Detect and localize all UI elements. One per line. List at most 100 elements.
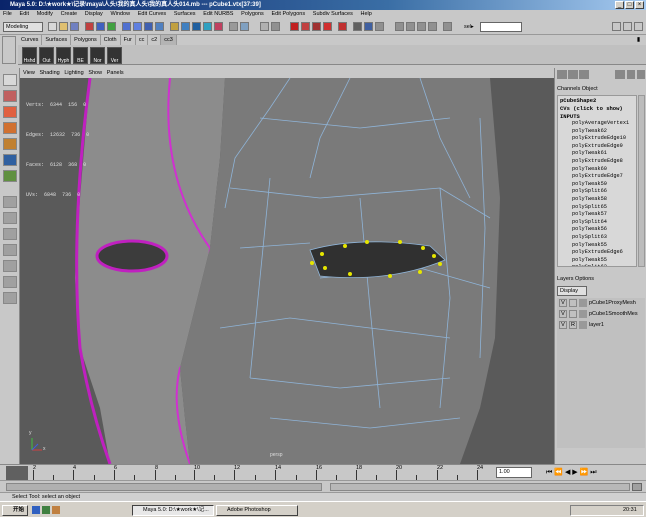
- quicklaunch-ie-icon[interactable]: [32, 506, 40, 514]
- toggle-tool-settings-icon[interactable]: [623, 22, 632, 31]
- shelf-button-be[interactable]: BE: [73, 47, 88, 64]
- cb-input-node[interactable]: polyTweak57: [572, 211, 607, 219]
- shelf-menu-icon[interactable]: [2, 36, 16, 64]
- shelf-button-hyph[interactable]: Hyph: [56, 47, 71, 64]
- layout-four-icon[interactable]: [3, 212, 17, 224]
- cb-mode-icon-4[interactable]: [615, 70, 625, 79]
- vertex-mask-icon[interactable]: [122, 22, 131, 31]
- menu-edit-nurbs[interactable]: Edit NURBS: [203, 11, 233, 17]
- channel-box-icon[interactable]: [338, 22, 347, 31]
- step-forward-icon[interactable]: ⏩: [580, 469, 589, 476]
- layer-visibility-toggle[interactable]: V: [559, 321, 567, 329]
- open-scene-icon[interactable]: [59, 22, 68, 31]
- cb-input-node[interactable]: polyTweak58: [572, 196, 607, 204]
- menu-create[interactable]: Create: [61, 11, 78, 17]
- ipr-icon[interactable]: [364, 22, 373, 31]
- scale-tool-icon[interactable]: [3, 138, 17, 150]
- shelf-button-ver[interactable]: Ver: [107, 47, 122, 64]
- cb-input-node[interactable]: polyExtrudeEdge6: [572, 249, 623, 257]
- layer-visibility-toggle[interactable]: V: [559, 299, 567, 307]
- current-frame-field[interactable]: 1.00: [496, 467, 532, 478]
- step-back-icon[interactable]: ◀: [565, 469, 570, 476]
- cb-input-node[interactable]: polySplit63: [572, 234, 607, 242]
- maximize-button[interactable]: □: [625, 1, 634, 9]
- layer-visibility-toggle[interactable]: V: [559, 310, 567, 318]
- layout-icon-1[interactable]: [395, 22, 404, 31]
- menu-edit-polygons[interactable]: Edit Polygons: [271, 11, 305, 17]
- cb-mode-icon-6[interactable]: [637, 70, 645, 79]
- cb-mode-icon-1[interactable]: [557, 70, 567, 79]
- layout-side-icon[interactable]: [3, 228, 17, 240]
- history-icon[interactable]: [229, 22, 238, 31]
- task-maya[interactable]: Maya 5.0: D:\★work★\记...: [132, 505, 214, 516]
- menu-edit[interactable]: Edit: [20, 11, 29, 17]
- current-frame-marker[interactable]: [6, 466, 28, 480]
- cb-input-node[interactable]: polyTweak60: [572, 166, 607, 174]
- shelf-tab-polygons[interactable]: Polygons: [71, 35, 101, 45]
- minimize-button[interactable]: _: [615, 1, 624, 9]
- layout-icon-5[interactable]: [443, 22, 452, 31]
- last-tool-icon[interactable]: [3, 170, 17, 182]
- shelf-tab-cc3[interactable]: cc3: [161, 35, 177, 45]
- snap-curve-icon[interactable]: [181, 22, 190, 31]
- cb-mode-icon-3[interactable]: [579, 70, 589, 79]
- select-hierarchy-icon[interactable]: [85, 22, 94, 31]
- layout-hypershade-icon[interactable]: [3, 292, 17, 304]
- rotate-tool-icon[interactable]: [3, 122, 17, 134]
- layout-outliner-icon[interactable]: [3, 260, 17, 272]
- ipr-render-icon[interactable]: [260, 22, 269, 31]
- layer-type-toggle[interactable]: R: [569, 321, 577, 329]
- shelf-tab-fur[interactable]: Fur: [121, 35, 136, 45]
- cb-menu-object[interactable]: Object: [582, 86, 598, 92]
- close-button[interactable]: ×: [635, 1, 644, 9]
- cb-input-node[interactable]: polyExtrudeEdge9: [572, 143, 623, 151]
- cb-input-node[interactable]: polyTweak56: [572, 226, 607, 234]
- toggle-channel-box-icon[interactable]: [634, 22, 643, 31]
- menu-modify[interactable]: Modify: [37, 11, 53, 17]
- layer-type-toggle[interactable]: [569, 310, 577, 318]
- make-live-icon[interactable]: [214, 22, 223, 31]
- time-slider[interactable]: 2 4 6 8 10 12 14 16 18 20 22 24 1.00 ⏮ ⏪…: [0, 464, 646, 480]
- shelf-button-out[interactable]: Out: [39, 47, 54, 64]
- cb-input-node[interactable]: polyExtrudeEdge8: [572, 158, 623, 166]
- quicklaunch-desktop-icon[interactable]: [42, 506, 50, 514]
- lasso-tool-icon[interactable]: [3, 90, 17, 102]
- layer-type-toggle[interactable]: [569, 299, 577, 307]
- shelf-tab-surfaces[interactable]: Surfaces: [42, 35, 72, 45]
- render-view-icon[interactable]: [353, 22, 362, 31]
- layout-graph-icon[interactable]: [3, 276, 17, 288]
- cb-input-node[interactable]: polyTweak55: [572, 257, 607, 265]
- quick-selection-input[interactable]: [480, 22, 522, 32]
- layer-row[interactable]: V R layer1: [557, 320, 645, 330]
- cb-input-node[interactable]: polyTweak62: [572, 128, 607, 136]
- panel-menu-show[interactable]: Show: [88, 70, 102, 76]
- menu-help[interactable]: Help: [361, 11, 372, 17]
- snap-grid-icon[interactable]: [170, 22, 179, 31]
- shelf-button-nor[interactable]: Nor: [90, 47, 105, 64]
- cb-input-node[interactable]: polyTweak61: [572, 150, 607, 158]
- menu-subdiv-surfaces[interactable]: Subdiv Surfaces: [313, 11, 353, 17]
- shelf-tab-cloth[interactable]: Cloth: [101, 35, 121, 45]
- go-to-end-icon[interactable]: ⏭: [590, 469, 596, 476]
- cb-input-node[interactable]: polyTweak55: [572, 242, 607, 250]
- cb-mode-icon-5[interactable]: [627, 70, 635, 79]
- layout-icon-4[interactable]: [428, 22, 437, 31]
- quick-select-icon[interactable]: [375, 22, 384, 31]
- cb-cvs-hint[interactable]: CVs (click to show): [560, 105, 623, 112]
- cb-menu-channels[interactable]: Channels: [557, 86, 580, 92]
- edge-mask-icon[interactable]: [133, 22, 142, 31]
- go-to-start-icon[interactable]: ⏮: [546, 469, 552, 476]
- select-tool-icon[interactable]: [3, 74, 17, 86]
- perspective-viewport[interactable]: Verts: 6344 156 0 Edges: 12632 736 0 Fac…: [20, 78, 554, 464]
- hypershade-icon[interactable]: [312, 22, 321, 31]
- cb-mode-icon-2[interactable]: [568, 70, 578, 79]
- uv-mask-icon[interactable]: [155, 22, 164, 31]
- select-object-icon[interactable]: [96, 22, 105, 31]
- output-ops-icon[interactable]: [301, 22, 310, 31]
- toggle-attr-editor-icon[interactable]: [612, 22, 621, 31]
- cb-input-node[interactable]: polySplit62: [572, 264, 607, 266]
- cb-input-node[interactable]: polyExtrudeEdge10: [572, 135, 626, 143]
- layer-color-swatch[interactable]: [579, 321, 587, 329]
- layout-icon-2[interactable]: [406, 22, 415, 31]
- snap-point-icon[interactable]: [192, 22, 201, 31]
